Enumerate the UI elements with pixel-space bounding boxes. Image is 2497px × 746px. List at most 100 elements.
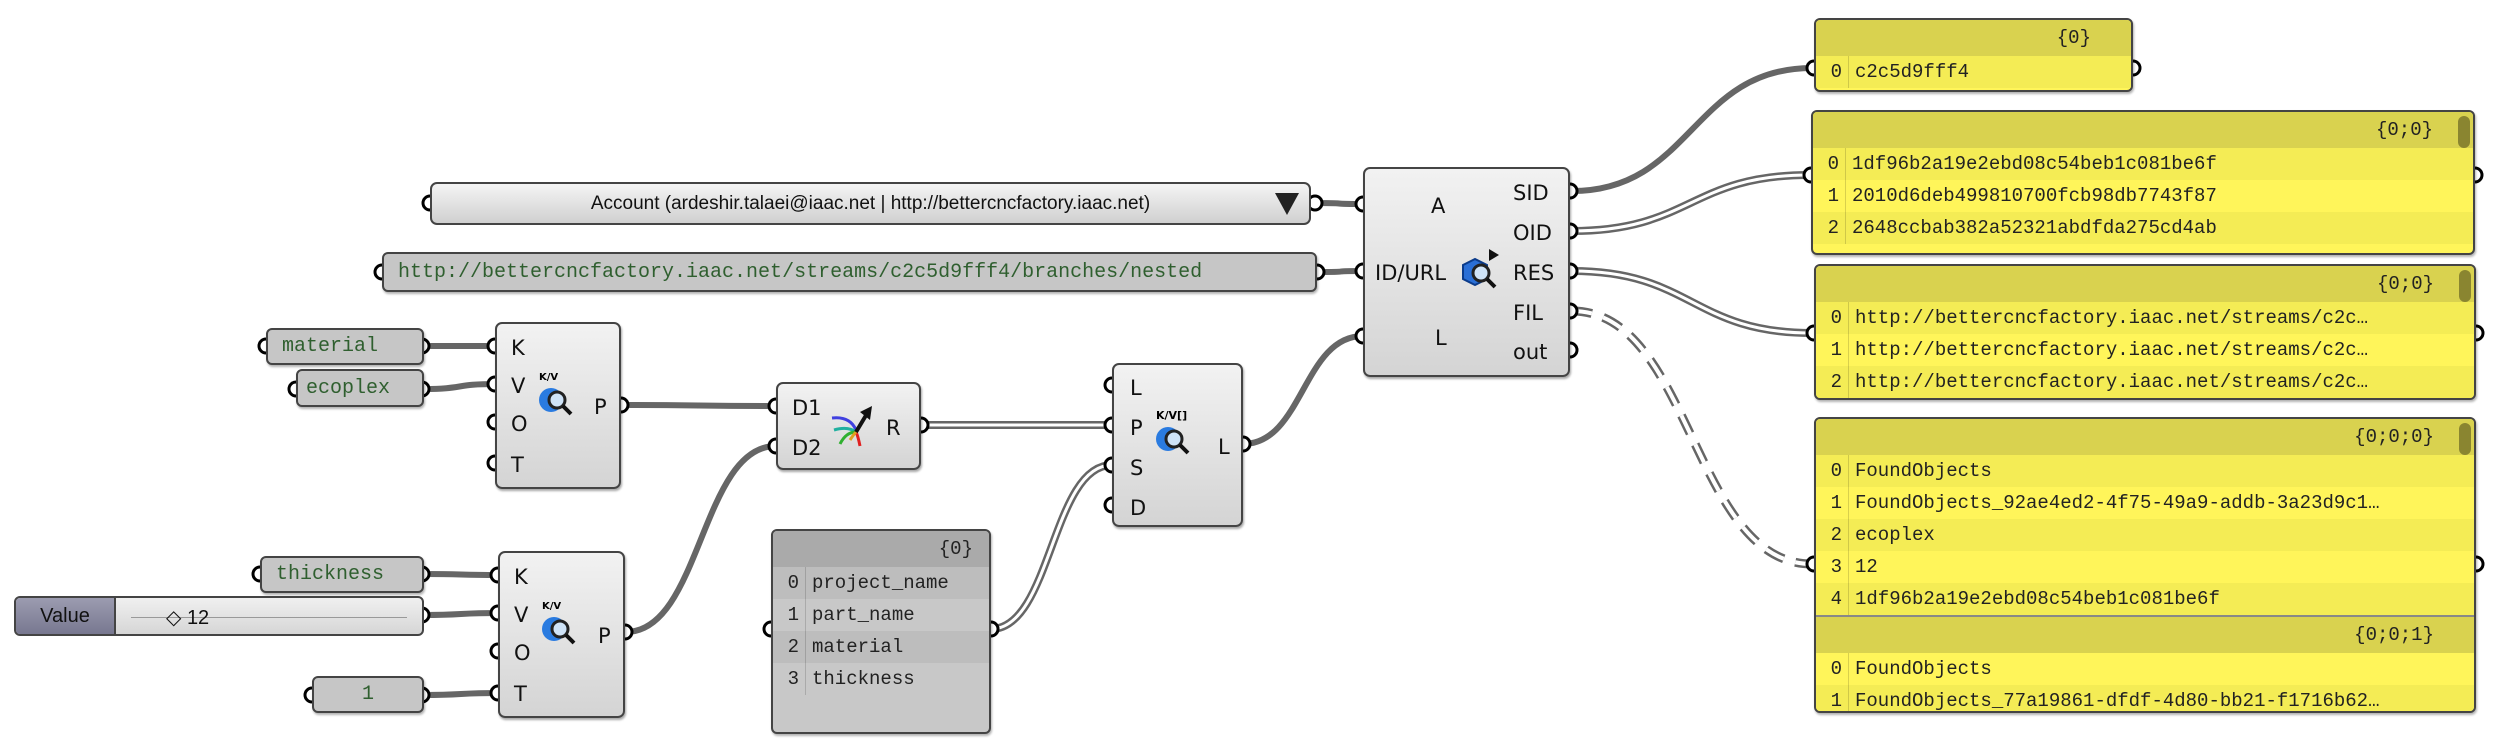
- stream-url-panel[interactable]: http://bettercncfactory.iaac.net/streams…: [382, 252, 1317, 292]
- wire-value1: [423, 381, 496, 392]
- res-output-panel[interactable]: {0;0} 0 http://bettercncfactory.iaac.net/s…: [1814, 264, 2476, 400]
- branch-path: {0}: [2056, 27, 2091, 49]
- slider-value[interactable]: ◇ 12: [166, 605, 209, 630]
- item-index: 1: [773, 599, 806, 631]
- input-l[interactable]: L: [1435, 327, 1447, 349]
- output-out[interactable]: out: [1513, 341, 1547, 363]
- fil-output-panel[interactable]: {0;0;0} 0 FoundObjects 1 FoundObjects_92ae4e…: [1814, 417, 2476, 713]
- input-d1[interactable]: D1: [792, 397, 822, 419]
- input-t[interactable]: T: [511, 454, 524, 476]
- branch-header: {0}: [773, 531, 989, 567]
- wire-t2: [423, 690, 499, 698]
- kv-list-component[interactable]: L P S D L K/V[]: [1112, 363, 1243, 527]
- output-fil[interactable]: FIL: [1513, 302, 1543, 324]
- number-slider[interactable]: Value ◇ 12: [14, 596, 424, 636]
- list-item: 2 2648ccbab382a52321abdfda275cd4ab: [1813, 212, 2473, 244]
- item-index: 2: [773, 631, 806, 663]
- item-index: 0: [1816, 455, 1849, 487]
- value-panel-ecoplex[interactable]: ecoplex: [296, 369, 424, 407]
- branch-path: {0}: [938, 538, 973, 560]
- value-text: ecoplex: [306, 376, 391, 400]
- input-s[interactable]: S: [1130, 457, 1143, 479]
- item-index: 1: [1816, 334, 1849, 366]
- kv-component-1[interactable]: K V O T P K/V: [495, 322, 621, 489]
- input-o[interactable]: O: [514, 642, 531, 664]
- scrollbar[interactable]: [2459, 270, 2471, 302]
- input-l[interactable]: L: [1130, 377, 1142, 399]
- kv-search-icon: [1156, 427, 1190, 455]
- wire-l: [1242, 333, 1364, 447]
- keys-list-panel[interactable]: {0} 0 project_name 1 part_name 2 material 3 thic…: [771, 529, 991, 734]
- input-v[interactable]: V: [514, 604, 528, 626]
- input-p[interactable]: P: [1130, 417, 1143, 439]
- item-value: 1df96b2a19e2ebd08c54beb1c081be6f: [1855, 588, 2220, 610]
- list-item: 4 1df96b2a19e2ebd08c54beb1c081be6f: [1816, 583, 2474, 615]
- output-p[interactable]: P: [594, 396, 607, 418]
- oid-output-panel[interactable]: {0;0} 0 1df96b2a19e2ebd08c54beb1c081be6f 1 2…: [1811, 110, 2475, 255]
- input-id-url[interactable]: ID/URL: [1375, 262, 1446, 284]
- item-value: project_name: [812, 572, 949, 594]
- item-value: 1df96b2a19e2ebd08c54beb1c081be6f: [1852, 153, 2217, 175]
- dropdown-arrow-icon[interactable]: [1275, 193, 1299, 215]
- output-sid[interactable]: SID: [1513, 182, 1549, 204]
- item-value: http://bettercncfactory.iaac.net/streams…: [1855, 339, 2369, 361]
- input-t[interactable]: T: [514, 683, 527, 705]
- input-d2[interactable]: D2: [792, 437, 822, 459]
- output-l[interactable]: L: [1218, 436, 1230, 458]
- wire-fil: [1571, 306, 1813, 569]
- list-item: 1 FoundObjects_92ae4ed2-4f75-49a9-addb-3a…: [1816, 487, 2474, 519]
- item-value: c2c5d9fff4: [1855, 61, 1970, 83]
- list-item: 0 c2c5d9fff4: [1816, 56, 2131, 88]
- scrollbar[interactable]: [2459, 423, 2471, 455]
- item-index: 2: [1813, 212, 1846, 244]
- merge-icon: [831, 406, 872, 447]
- key-panel-material[interactable]: material: [266, 328, 424, 365]
- input-d[interactable]: D: [1130, 497, 1146, 519]
- list-item: 0 1df96b2a19e2ebd08c54beb1c081be6f: [1813, 148, 2473, 180]
- key-panel-thickness[interactable]: thickness: [260, 556, 424, 593]
- input-k[interactable]: K: [514, 566, 528, 588]
- input-a[interactable]: A: [1431, 195, 1445, 217]
- t-panel[interactable]: 1: [312, 676, 424, 713]
- slider-track[interactable]: ◇ 12: [116, 598, 422, 634]
- output-oid[interactable]: OID: [1513, 222, 1552, 244]
- t-text: 1: [361, 683, 374, 706]
- item-value: FoundObjects_77a19861-dfdf-4d80-bb21-f17…: [1855, 690, 2380, 712]
- item-value: http://bettercncfactory.iaac.net/streams…: [1855, 307, 2369, 329]
- item-index: 0: [1816, 302, 1849, 334]
- receive-component[interactable]: A ID/URL L SID OID RES FIL out: [1363, 167, 1570, 377]
- kv-component-2[interactable]: K V O T P K/V: [498, 551, 625, 718]
- input-v[interactable]: V: [511, 375, 525, 397]
- branch-path: {0;0}: [2376, 273, 2434, 295]
- slider-value-text: 12: [186, 607, 210, 629]
- output-p[interactable]: P: [598, 625, 611, 647]
- item-value: 12: [1855, 556, 1878, 578]
- item-value: thickness: [812, 668, 915, 690]
- branch-path: {0;0;1}: [2354, 624, 2434, 646]
- item-index: 1: [1816, 685, 1849, 711]
- wire-sid: [1571, 65, 1813, 194]
- output-r[interactable]: R: [886, 417, 901, 439]
- scrollbar[interactable]: [2458, 116, 2470, 148]
- input-o[interactable]: O: [511, 413, 528, 435]
- list-item: 0 FoundObjects: [1816, 455, 2474, 487]
- account-label: Account (ardeshir.talaei@iaac.net | http…: [590, 192, 1151, 214]
- sid-output-panel[interactable]: {0} 0 c2c5d9fff4: [1814, 18, 2133, 92]
- item-index: 0: [1816, 56, 1849, 88]
- item-index: 1: [1816, 487, 1849, 519]
- list-item: 1 http://bettercncfactory.iaac.net/stream…: [1816, 334, 2474, 366]
- list-item: 0 http://bettercncfactory.iaac.net/stream…: [1816, 302, 2474, 334]
- branch-header: {0;0}: [1813, 112, 2473, 148]
- list-item: 3 12: [1816, 551, 2474, 583]
- list-item: 0 project_name: [773, 567, 989, 599]
- wire-p2: [625, 443, 777, 635]
- kv-icon-label: K/V: [542, 601, 562, 612]
- item-index: 0: [1816, 653, 1849, 685]
- item-value: FoundObjects: [1855, 658, 1992, 680]
- output-res[interactable]: RES: [1513, 262, 1554, 284]
- merge-component[interactable]: D1 D2 R: [776, 382, 921, 470]
- branch-path: {0;0;0}: [2354, 426, 2434, 448]
- account-dropdown[interactable]: Account (ardeshir.talaei@iaac.net | http…: [430, 182, 1311, 225]
- item-value: 2010d6deb499810700fcb98db7743f87: [1852, 185, 2217, 207]
- input-k[interactable]: K: [511, 337, 525, 359]
